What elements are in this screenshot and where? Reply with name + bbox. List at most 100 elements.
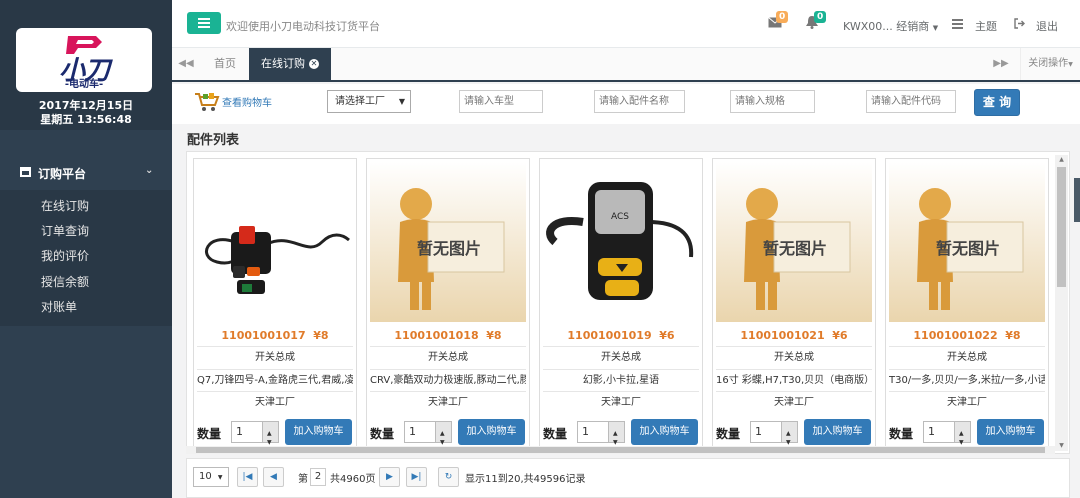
add-to-cart-button[interactable]: 加入购物车: [804, 419, 871, 445]
user-dropdown[interactable]: KWX00... 经销商 ▼: [843, 18, 938, 34]
spec-input[interactable]: [730, 90, 815, 113]
quantity-value: 1: [582, 425, 589, 438]
sidebar-item-credit-balance[interactable]: 授信余额: [41, 273, 89, 290]
sidebar-item-online-order[interactable]: 在线订购: [41, 197, 89, 214]
first-page-icon[interactable]: |◀: [237, 467, 258, 487]
switch-assembly-image: [197, 162, 353, 322]
part-code: 11001001017: [221, 329, 306, 342]
query-button[interactable]: 查 询: [974, 89, 1020, 116]
add-to-cart-button[interactable]: 加入购物车: [977, 419, 1044, 445]
part-price: ¥6: [832, 329, 848, 342]
spinner-arrows-icon[interactable]: ▲ ▼: [262, 422, 278, 446]
search-toolbar: 查看购物车 请选择工厂 ▼ 查 询: [172, 84, 1080, 124]
theme-button[interactable]: 主题: [975, 18, 997, 34]
tab-online-order[interactable]: 在线订购 ✕: [249, 48, 331, 80]
part-code: 11001001021: [740, 329, 825, 342]
vehicle-model-input[interactable]: [459, 90, 543, 113]
close-tab-icon[interactable]: ✕: [309, 59, 319, 69]
part-code-price: 11001001019 ¥6: [540, 329, 702, 342]
part-factory: 天津工厂: [370, 391, 526, 413]
product-image: [197, 162, 353, 322]
factory-select-value: 请选择工厂: [335, 96, 385, 107]
last-page-icon[interactable]: ▶|: [406, 467, 427, 487]
tab-scroll-left-icon[interactable]: ◀◀: [172, 48, 200, 80]
quantity-stepper[interactable]: 1 ▲ ▼: [577, 421, 625, 446]
scroll-down-icon[interactable]: ▼: [1055, 441, 1068, 451]
part-name: 开关总成: [370, 346, 526, 368]
quantity-label: 数量: [370, 427, 395, 441]
quantity-stepper[interactable]: 1 ▲ ▼: [923, 421, 971, 446]
no-image-text: 暂无图片: [763, 239, 828, 258]
part-card: ACS 11001001019 ¥6 开关总成 幻影,小卡拉,星语 天津工厂 数…: [539, 158, 703, 453]
scroll-thumb[interactable]: [1057, 167, 1066, 287]
top-header: 欢迎使用小刀电动科技订货平台 0 0 KWX00... 经销商 ▼ 主题 退出: [172, 0, 1080, 48]
sidebar-item-statement[interactable]: 对账单: [41, 298, 77, 315]
chevron-down-icon: ⌄: [145, 165, 154, 176]
vertical-scrollbar[interactable]: ▲ ▼: [1055, 155, 1068, 451]
part-code-price: 11001001021 ¥6: [713, 329, 875, 342]
quantity-stepper[interactable]: 1 ▲ ▼: [404, 421, 452, 446]
quantity-value: 1: [755, 425, 762, 438]
part-models: 16寸 彩蝶,H7,T30,贝贝（电商版）,...: [716, 369, 872, 391]
part-code-input[interactable]: [866, 90, 956, 113]
part-code-price: 11001001022 ¥8: [886, 329, 1048, 342]
view-cart-label: 查看购物车: [222, 98, 272, 109]
part-models: CRV,豪酷双动力极速版,豚动二代,豚...: [370, 369, 526, 391]
theme-icon: [952, 19, 963, 29]
part-name: 开关总成: [197, 346, 353, 368]
quantity-label: 数量: [197, 427, 222, 441]
quantity-value: 1: [236, 425, 243, 438]
current-time: 星期五 13:56:48: [40, 113, 132, 126]
svg-text:ACS: ACS: [611, 212, 629, 222]
factory-select[interactable]: 请选择工厂 ▼: [327, 90, 411, 113]
tab-home[interactable]: 首页: [202, 48, 248, 80]
page-size-value: 10: [199, 471, 212, 482]
part-code: 11001001018: [394, 329, 479, 342]
quantity-stepper[interactable]: 1 ▲ ▼: [750, 421, 798, 446]
records-summary: 显示11到20,共49596记录: [465, 474, 586, 485]
page-size-select[interactable]: 10 ▼: [193, 467, 229, 487]
view-cart-link[interactable]: 查看购物车: [194, 91, 274, 113]
logo-subtitle: -电动车-: [64, 79, 104, 90]
part-price: ¥6: [659, 329, 675, 342]
no-image-text: 暂无图片: [417, 239, 482, 258]
sidebar-item-order-query[interactable]: 订单查询: [41, 222, 89, 239]
menu-toggle-button[interactable]: [187, 12, 221, 34]
spinner-arrows-icon[interactable]: ▲ ▼: [954, 422, 970, 446]
part-code-price: 11001001017 ¥8: [194, 329, 356, 342]
part-code: 11001001019: [567, 329, 652, 342]
refresh-icon[interactable]: ↻: [438, 467, 459, 487]
add-to-cart-button[interactable]: 加入购物车: [631, 419, 698, 445]
part-name-input[interactable]: [594, 90, 685, 113]
shopping-cart-icon: [195, 93, 220, 111]
page-number-input[interactable]: 2: [310, 468, 326, 486]
sidebar-item-my-reviews[interactable]: 我的评价: [41, 247, 89, 264]
spinner-arrows-icon[interactable]: ▲ ▼: [435, 422, 451, 446]
menu-ordering-platform[interactable]: 订购平台 ⌄: [0, 160, 172, 186]
part-price: ¥8: [1005, 329, 1021, 342]
quantity-stepper[interactable]: 1 ▲ ▼: [231, 421, 279, 446]
spinner-arrows-icon[interactable]: ▲ ▼: [781, 422, 797, 446]
pagination-bar: 10 ▼ |◀ ◀ 第 2 共4960页 ▶ ▶| ↻ 显示11到20,共495…: [186, 458, 1070, 498]
horizontal-scrollbar[interactable]: [186, 446, 1055, 454]
logout-button[interactable]: 退出: [1036, 18, 1058, 34]
scroll-up-icon[interactable]: ▲: [1055, 155, 1068, 165]
notification-count-badge: 0: [814, 11, 827, 23]
user-name: KWX00... 经销商: [843, 20, 930, 33]
add-to-cart-button[interactable]: 加入购物车: [285, 419, 352, 445]
close-operations-dropdown[interactable]: 关闭操作▼: [1020, 48, 1080, 80]
part-factory: 天津工厂: [889, 391, 1045, 413]
side-panel-handle[interactable]: [1074, 178, 1080, 222]
next-page-icon[interactable]: ▶: [379, 467, 400, 487]
spinner-arrows-icon[interactable]: ▲ ▼: [608, 422, 624, 446]
add-to-cart-button[interactable]: 加入购物车: [458, 419, 525, 445]
tab-scroll-right-icon[interactable]: ▶▶: [987, 48, 1015, 80]
mail-count-badge: 0: [776, 11, 789, 23]
no-image-text: 暂无图片: [936, 239, 1001, 258]
menu-ordering-label: 订购平台: [38, 167, 87, 181]
part-factory: 天津工厂: [543, 391, 699, 413]
part-name: 开关总成: [889, 346, 1045, 368]
quantity-label: 数量: [889, 427, 914, 441]
horizontal-scroll-thumb[interactable]: [196, 447, 1045, 453]
previous-page-icon[interactable]: ◀: [263, 467, 284, 487]
